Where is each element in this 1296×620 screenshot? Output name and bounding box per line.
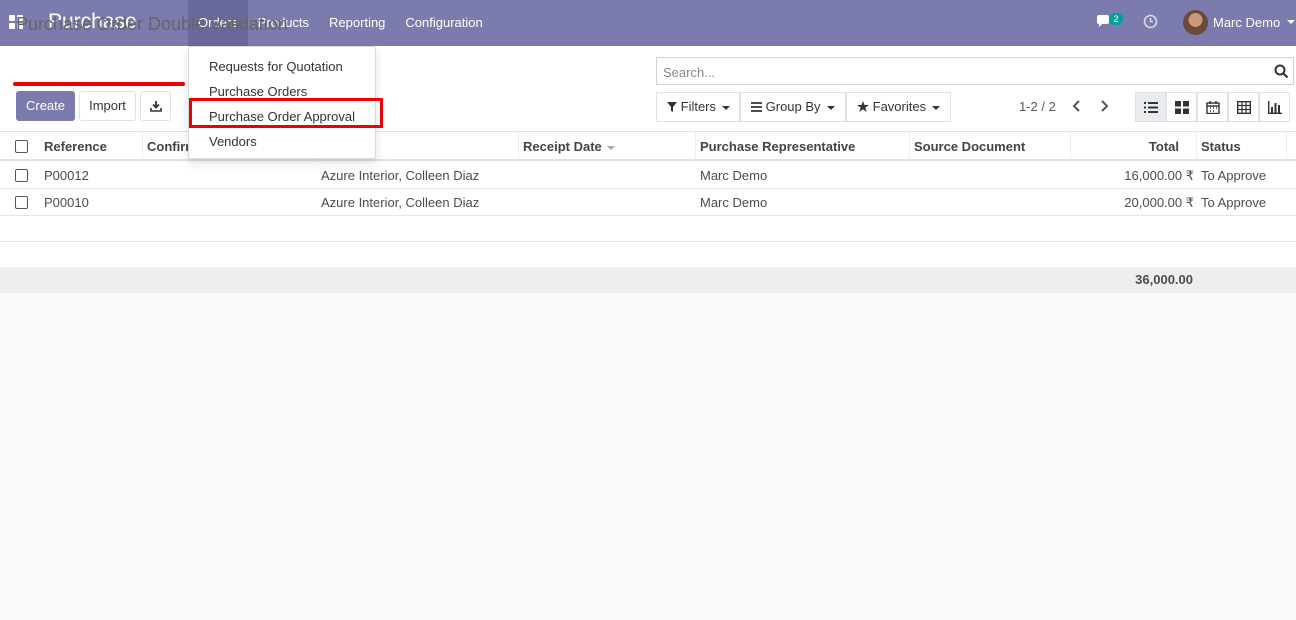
user-avatar[interactable]	[1183, 10, 1208, 35]
group-by-button[interactable]: Group By	[740, 92, 846, 122]
kanban-view-button[interactable]	[1166, 92, 1197, 122]
column-receipt-date[interactable]: Receipt Date	[519, 132, 696, 161]
search-bar[interactable]: Search...	[656, 57, 1294, 85]
annotation-highlight-box	[189, 98, 383, 128]
search-placeholder[interactable]: Search...	[663, 65, 715, 80]
filters-caret-icon	[722, 105, 731, 110]
favorites-caret-icon	[932, 105, 941, 110]
download-button[interactable]	[140, 91, 171, 121]
empty-row	[0, 216, 1296, 242]
receipt-date-label: Receipt Date	[523, 139, 602, 154]
import-button[interactable]: Import	[79, 91, 136, 121]
chat-badge: 2	[1109, 13, 1123, 25]
menu-item-requests-for-quotation[interactable]: Requests for Quotation	[209, 59, 343, 74]
cell-status: To Approve	[1201, 195, 1267, 210]
column-status[interactable]: Status	[1197, 132, 1287, 161]
sort-caret-icon	[606, 145, 615, 150]
grand-total: 36,000.00	[1135, 272, 1193, 287]
activity-clock-icon[interactable]	[1143, 14, 1158, 29]
calendar-view-button[interactable]	[1197, 92, 1228, 122]
pivot-view-button[interactable]	[1228, 92, 1259, 122]
cell-vendor: Azure Interior, Colleen Diaz	[321, 168, 480, 183]
pager-next-icon[interactable]	[1099, 100, 1109, 112]
list-icon	[1144, 102, 1158, 113]
menu-item-vendors[interactable]: Vendors	[209, 134, 257, 149]
column-source-document[interactable]: Source Document	[910, 132, 1071, 161]
pivot-table-icon	[1237, 101, 1251, 114]
star-icon	[857, 101, 869, 112]
search-icon[interactable]	[1274, 64, 1289, 79]
table-row[interactable]: P00010 Azure Interior, Colleen Diaz Marc…	[0, 189, 1296, 216]
filters-button[interactable]: Filters	[656, 92, 740, 122]
column-reference[interactable]: Reference	[40, 132, 143, 161]
breadcrumb: Purchase Order Double Validation	[16, 14, 288, 34]
group-by-label: Group By	[765, 99, 821, 114]
row-checkbox[interactable]	[15, 196, 28, 209]
menu-configuration[interactable]: Configuration	[395, 0, 492, 46]
group-by-caret-icon	[826, 105, 835, 110]
column-total[interactable]: Total	[1071, 132, 1197, 161]
annotation-underline	[13, 82, 185, 86]
download-icon	[149, 101, 162, 112]
create-button[interactable]: Create	[16, 91, 75, 121]
select-all-checkbox[interactable]	[15, 140, 28, 153]
filters-label: Filters	[680, 99, 717, 114]
row-checkbox[interactable]	[15, 169, 28, 182]
cell-total: 20,000.00 ₹	[1124, 195, 1194, 210]
favorites-label: Favorites	[872, 99, 927, 114]
cell-representative: Marc Demo	[700, 168, 768, 183]
cell-representative: Marc Demo	[700, 195, 768, 210]
pager-value[interactable]: 1-2 / 2	[1019, 99, 1056, 114]
menu-item-purchase-orders[interactable]: Purchase Orders	[209, 84, 307, 99]
bar-chart-icon	[1268, 101, 1282, 114]
calendar-icon	[1206, 101, 1220, 114]
menu-reporting[interactable]: Reporting	[319, 0, 395, 46]
user-caret-icon[interactable]	[1287, 20, 1295, 24]
cell-reference: P00012	[44, 168, 89, 183]
group-by-icon	[751, 102, 762, 112]
column-purchase-representative[interactable]: Purchase Representative	[696, 132, 910, 161]
table-footer: 36,000.00	[0, 267, 1296, 293]
pager-previous-icon[interactable]	[1072, 100, 1082, 112]
cell-total: 16,000.00 ₹	[1124, 168, 1194, 183]
filter-icon	[667, 102, 677, 112]
user-name[interactable]: Marc Demo	[1213, 15, 1280, 30]
cell-status: To Approve	[1201, 168, 1267, 183]
cell-vendor: Azure Interior, Colleen Diaz	[321, 195, 480, 210]
favorites-button[interactable]: Favorites	[846, 92, 951, 122]
graph-view-button[interactable]	[1259, 92, 1290, 122]
table-row[interactable]: P00012 Azure Interior, Colleen Diaz Marc…	[0, 162, 1296, 189]
cell-reference: P00010	[44, 195, 89, 210]
list-view-button[interactable]	[1135, 92, 1166, 122]
kanban-icon	[1175, 101, 1189, 114]
empty-row	[0, 242, 1296, 268]
